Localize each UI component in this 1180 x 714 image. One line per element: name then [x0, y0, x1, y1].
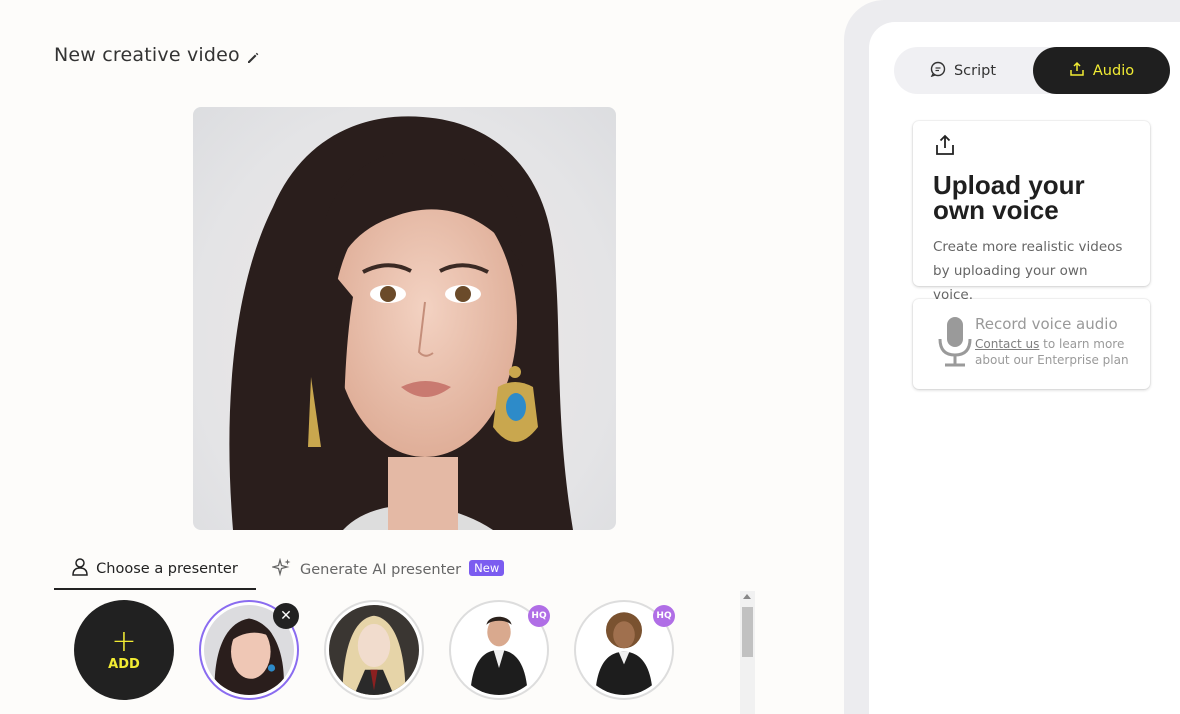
scroll-up-arrow-icon[interactable] — [743, 594, 751, 599]
presenter-portrait — [229, 116, 574, 530]
upload-icon — [933, 134, 957, 161]
page-title: New creative video — [54, 44, 260, 66]
record-text-line2: about our Enterprise plan — [975, 353, 1129, 367]
upload-desc-line2: by uploading your own voice. — [933, 263, 1088, 303]
add-presenter-button[interactable]: + ADD — [74, 600, 174, 700]
upload-icon — [1069, 61, 1085, 81]
presenter-preview — [193, 107, 616, 530]
avatar-image — [329, 605, 419, 695]
upload-desc-line1: Create more realistic videos — [933, 239, 1123, 255]
record-voice-description: Contact us to learn more about our Enter… — [975, 336, 1130, 368]
script-audio-toggle: Script Audio — [894, 47, 1170, 94]
remove-presenter-button[interactable]: ✕ — [273, 603, 299, 629]
pencil-icon[interactable] — [246, 48, 260, 63]
tab-generate-ai-label: Generate AI presenter — [300, 562, 462, 578]
tab-script-label: Script — [953, 62, 997, 79]
microphone-icon — [937, 317, 973, 373]
chat-icon — [930, 61, 946, 81]
tab-audio[interactable]: Audio — [1033, 47, 1170, 94]
tab-audio-label: Audio — [1092, 62, 1135, 79]
record-voice-title: Record voice audio — [975, 315, 1118, 333]
scroll-thumb[interactable] — [742, 607, 753, 657]
record-text-line1: to learn more — [1039, 337, 1125, 351]
hq-badge: HQ — [653, 605, 675, 627]
add-label: ADD — [108, 656, 140, 672]
presenter-avatar[interactable] — [324, 600, 424, 700]
hq-badge: HQ — [528, 605, 550, 627]
new-badge: New — [469, 560, 505, 576]
tab-generate-ai-presenter[interactable]: Generate AI presenter New — [270, 550, 505, 590]
tab-choose-presenter[interactable]: Choose a presenter — [54, 550, 256, 590]
video-title: New creative video — [54, 44, 240, 66]
presenter-list-scrollbar[interactable] — [740, 591, 755, 714]
presenter-list: + ADD ✕ HQ HQ — [54, 595, 739, 714]
upload-voice-card[interactable]: Upload your own voice Create more realis… — [913, 121, 1150, 303]
close-icon: ✕ — [280, 608, 292, 624]
user-icon — [72, 558, 88, 580]
upload-voice-description: Create more realistic videos by uploadin… — [933, 235, 1130, 307]
tab-script[interactable]: Script — [894, 47, 1032, 94]
upload-title-line2: own voice — [933, 195, 1059, 225]
presenter-tabs: Choose a presenter Generate AI presenter… — [54, 550, 514, 590]
sparkle-icon — [270, 557, 292, 582]
plus-icon: + — [111, 623, 137, 659]
contact-us-link[interactable]: Contact us — [975, 337, 1039, 351]
tab-choose-presenter-label: Choose a presenter — [96, 561, 238, 577]
record-voice-card: Record voice audio Contact us to learn m… — [913, 299, 1150, 389]
upload-voice-title: Upload your own voice — [933, 172, 1130, 225]
